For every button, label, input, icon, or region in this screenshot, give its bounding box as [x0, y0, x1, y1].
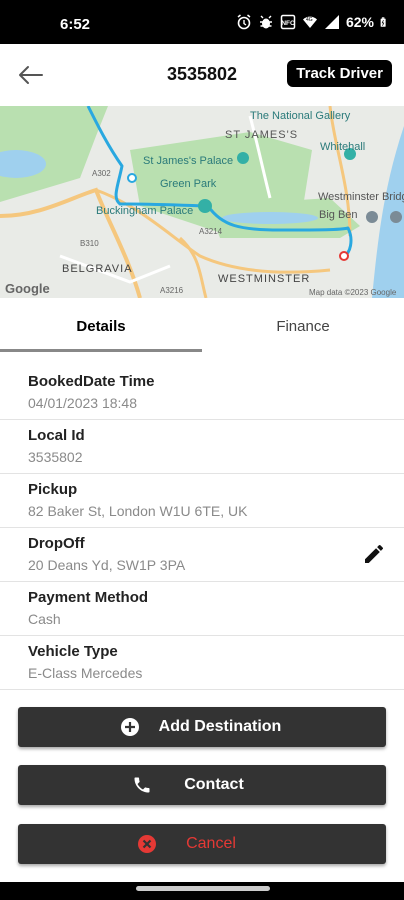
- detail-value: 82 Baker St, London W1U 6TE, UK: [28, 503, 248, 519]
- track-driver-button[interactable]: Track Driver: [287, 60, 392, 87]
- detail-label: Vehicle Type: [28, 643, 118, 660]
- road-label: A3214: [199, 227, 223, 236]
- pickup-marker[interactable]: [127, 173, 137, 183]
- westminster-bridge-pin[interactable]: [390, 211, 402, 223]
- destination-marker[interactable]: [339, 251, 349, 261]
- nfc-icon: NFC: [280, 14, 296, 30]
- detail-value: Cash: [28, 611, 61, 627]
- detail-row-payment-method: Payment Method Cash: [0, 582, 404, 636]
- map-label: Big Ben: [319, 209, 358, 221]
- contact-label: Contact: [184, 776, 244, 793]
- road-label: B310: [80, 239, 99, 248]
- detail-row-pickup: Pickup 82 Baker St, London W1U 6TE, UK: [0, 474, 404, 528]
- road-label: A3216: [160, 286, 184, 295]
- map-label: Green Park: [160, 178, 217, 190]
- tab-bar: Details Finance: [0, 298, 404, 354]
- booking-details: BookedDate Time 04/01/2023 18:48 Local I…: [0, 366, 404, 690]
- detail-value: 04/01/2023 18:48: [28, 395, 137, 411]
- system-nav-bar: [0, 882, 404, 900]
- map-label: Buckingham Palace: [96, 205, 193, 217]
- google-logo: Google: [5, 281, 50, 296]
- big-ben-pin[interactable]: [366, 211, 378, 223]
- map-label: St James's Palace: [143, 155, 233, 167]
- map-attribution: Map data ©2023 Google: [309, 288, 397, 297]
- detail-label: DropOff: [28, 535, 85, 552]
- map-label: The National Gallery: [250, 110, 351, 122]
- wifi-icon: 4G: [302, 16, 317, 28]
- map-view[interactable]: The National Gallery ST JAMES'S St James…: [0, 106, 404, 298]
- add-destination-label: Add Destination: [158, 718, 282, 735]
- header: 3535802 Track Driver: [0, 44, 404, 106]
- map-label: ST JAMES'S: [225, 129, 298, 141]
- st-james-palace-pin[interactable]: [237, 152, 249, 164]
- status-time: 6:52: [60, 16, 91, 33]
- detail-value: 3535802: [28, 449, 83, 465]
- detail-row-local-id: Local Id 3535802: [0, 420, 404, 474]
- alarm-icon: [237, 14, 251, 30]
- battery-percent: 62%: [345, 14, 374, 30]
- map-label: Whitehall: [320, 141, 365, 153]
- tab-details[interactable]: Details: [0, 298, 202, 354]
- active-tab-indicator: [0, 349, 202, 352]
- pencil-icon: [365, 544, 383, 563]
- detail-value: 20 Deans Yd, SW1P 3PA: [28, 557, 186, 573]
- detail-label: Local Id: [28, 427, 85, 444]
- edit-dropoff-button[interactable]: [362, 542, 386, 566]
- cancel-label: Cancel: [186, 835, 236, 852]
- map-label: BELGRAVIA: [62, 263, 133, 275]
- add-destination-button[interactable]: Add Destination: [18, 707, 386, 747]
- status-bar: 6:52 NFC 4G 62%: [0, 0, 404, 44]
- battery-icon: [380, 17, 386, 27]
- road-label: A302: [92, 169, 111, 178]
- park-lake: [222, 212, 318, 224]
- buckingham-palace-pin[interactable]: [198, 199, 212, 213]
- detail-label: BookedDate Time: [28, 373, 155, 390]
- contact-button[interactable]: Contact: [18, 765, 386, 805]
- signal-icon: [324, 15, 339, 29]
- bug-icon: [259, 15, 272, 29]
- detail-value: E-Class Mercedes: [28, 665, 143, 681]
- map-label: WESTMINSTER: [218, 273, 310, 285]
- detail-label: Payment Method: [28, 589, 149, 606]
- detail-row-booked-date: BookedDate Time 04/01/2023 18:48: [0, 366, 404, 420]
- status-icons: NFC 4G 62%: [236, 14, 390, 30]
- app-screen: 3535802 Track Driver The National Galler…: [0, 44, 404, 882]
- detail-row-vehicle-type: Vehicle Type E-Class Mercedes: [0, 636, 404, 690]
- detail-row-dropoff: DropOff 20 Deans Yd, SW1P 3PA: [0, 528, 404, 582]
- cancel-button[interactable]: Cancel: [18, 824, 386, 864]
- svg-text:4G: 4G: [306, 17, 313, 23]
- svg-text:NFC: NFC: [281, 20, 295, 27]
- home-gesture-handle[interactable]: [136, 886, 270, 891]
- tab-finance[interactable]: Finance: [202, 298, 404, 354]
- detail-label: Pickup: [28, 481, 78, 498]
- map-label: Westminster Bridg: [318, 191, 404, 203]
